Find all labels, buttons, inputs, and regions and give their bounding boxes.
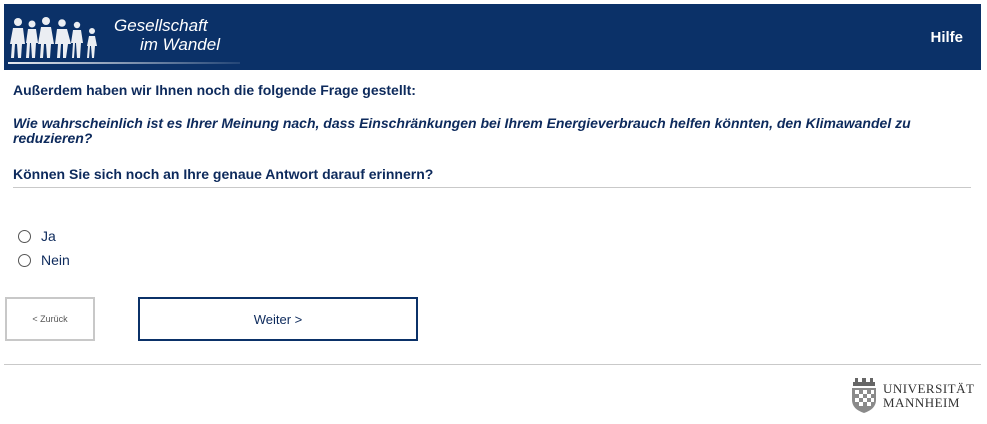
question-prompt: Können Sie sich noch an Ihre genaue Antw… bbox=[13, 166, 434, 182]
radio-button-ja[interactable] bbox=[18, 229, 31, 243]
university-line-2: MANNHEIM bbox=[883, 395, 960, 410]
answer-options: Ja Nein bbox=[18, 224, 70, 272]
back-button[interactable]: < Zurück bbox=[5, 297, 95, 341]
question-text: Wie wahrscheinlich ist es Ihrer Meinung … bbox=[13, 115, 911, 146]
help-link[interactable]: Hilfe bbox=[930, 29, 963, 46]
option-ja[interactable]: Ja bbox=[18, 224, 70, 248]
footer-divider bbox=[4, 364, 981, 365]
option-nein[interactable]: Nein bbox=[18, 248, 70, 272]
logo-line-1: Gesellschaft bbox=[114, 16, 208, 35]
university-logo: UNIVERSITÄT MANNHEIM bbox=[849, 378, 974, 414]
logo-line-2: im Wandel bbox=[140, 35, 220, 54]
header-bar: Gesellschaft im Wandel Hilfe bbox=[4, 4, 981, 70]
question-intro: Außerdem haben wir Ihnen noch die folgen… bbox=[13, 82, 416, 98]
university-line-1: UNIVERSITÄT bbox=[883, 381, 975, 396]
people-silhouette-icon bbox=[10, 17, 97, 58]
university-name: UNIVERSITÄT MANNHEIM bbox=[883, 382, 974, 410]
radio-button-nein[interactable] bbox=[18, 253, 31, 267]
survey-logo-text: Gesellschaft im Wandel bbox=[114, 16, 220, 54]
option-label-ja: Ja bbox=[41, 228, 56, 244]
next-button[interactable]: Weiter > bbox=[138, 297, 418, 341]
question-divider bbox=[13, 187, 971, 188]
survey-logo: Gesellschaft im Wandel bbox=[4, 4, 244, 70]
logo-underline bbox=[8, 62, 240, 64]
university-crest-icon bbox=[852, 378, 876, 413]
option-label-nein: Nein bbox=[41, 252, 70, 268]
